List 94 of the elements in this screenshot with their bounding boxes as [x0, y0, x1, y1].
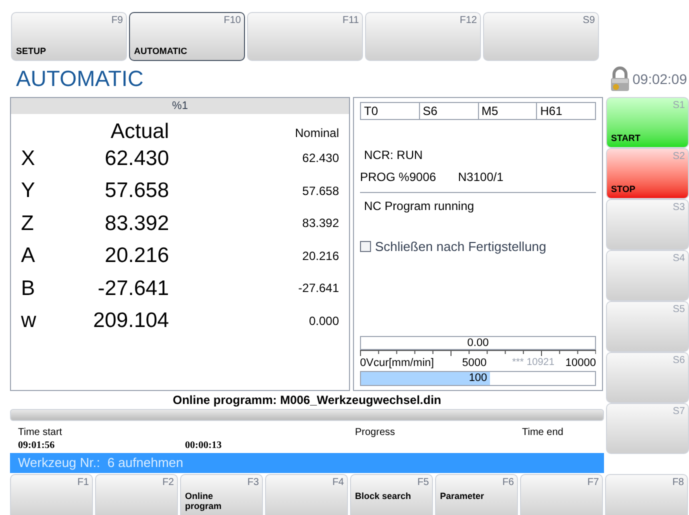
- start-time: 09:01:56: [18, 439, 56, 452]
- program-title: Online programm: M006_Werkzeugwechsel.din: [172, 393, 442, 408]
- function-key[interactable]: F1: [10, 474, 93, 515]
- code-cell: S6: [418, 103, 478, 119]
- side-key[interactable]: S3: [606, 199, 689, 250]
- axis-label: X: [21, 146, 36, 172]
- side-key[interactable]: S2 STOP: [606, 148, 689, 199]
- function-key[interactable]: F6 Parameter: [435, 474, 518, 515]
- function-key[interactable]: S9: [483, 12, 599, 61]
- override-value: 100: [468, 372, 488, 385]
- scale-label: 10000: [565, 356, 596, 370]
- scale-label: 0: [360, 356, 366, 370]
- axis-label: B: [21, 276, 36, 302]
- nominal-value: 0.000: [308, 312, 339, 330]
- key-label: F3: [247, 476, 259, 490]
- axis-label: Y: [21, 178, 36, 204]
- key-caption: SETUP: [16, 44, 46, 58]
- nominal-value: 62.430: [301, 150, 339, 168]
- side-key[interactable]: S6: [606, 352, 689, 403]
- key-label: F2: [162, 476, 174, 490]
- function-key[interactable]: F3 Online program: [180, 474, 263, 515]
- key-label: F10: [224, 14, 241, 28]
- nominal-value: 20.216: [301, 248, 339, 265]
- key-label: S2: [672, 150, 685, 164]
- panel-header: %1: [11, 98, 349, 114]
- checkbox-label: Schließen nach Fertigstellung: [375, 238, 546, 256]
- key-label: S7: [672, 405, 685, 419]
- actual-value: -27.641: [96, 276, 169, 302]
- elapsed-time: 00:00:13: [185, 439, 222, 452]
- unit-label: Vcur[mm/min]: [366, 356, 435, 370]
- side-key[interactable]: S1 START: [606, 97, 689, 148]
- screen-title: AUTOMATIC: [16, 68, 144, 90]
- key-label: S3: [672, 201, 685, 215]
- scale-label: 5000: [462, 356, 488, 370]
- key-caption: Parameter: [440, 491, 486, 501]
- axis-label: w: [21, 308, 38, 334]
- message-bar: Werkzeug Nr.: 6 aufnehmen: [10, 453, 604, 473]
- key-label: F8: [672, 476, 684, 490]
- key-label: F5: [417, 476, 429, 490]
- nominal-value: -27.641: [297, 280, 339, 298]
- field-label: Time start: [18, 427, 64, 439]
- status-text: NCR: RUN: [363, 147, 424, 164]
- function-key[interactable]: F10 AUTOMATIC: [129, 12, 245, 61]
- program-number: PROG %9006: [360, 169, 438, 186]
- key-label: S1: [672, 99, 685, 113]
- actual-value: 209.104: [92, 308, 169, 334]
- nominal-value: 57.658: [301, 182, 339, 200]
- function-key[interactable]: F4: [265, 474, 348, 515]
- key-caption: AUTOMATIC: [134, 44, 188, 58]
- nominal-value: 83.392: [301, 215, 339, 232]
- actual-value: 57.658: [104, 178, 169, 204]
- key-label: S4: [672, 252, 685, 266]
- function-key[interactable]: F2: [95, 474, 178, 515]
- key-label: F4: [332, 476, 344, 490]
- key-caption: STOP: [611, 182, 636, 196]
- function-key[interactable]: F9 SETUP: [11, 12, 127, 61]
- status-message: NC Program running: [363, 198, 476, 215]
- column-heading: Nominal: [294, 125, 339, 142]
- key-label: F9: [111, 14, 123, 28]
- key-label: F6: [502, 476, 514, 490]
- block-number: N3100/1: [458, 169, 504, 186]
- function-key[interactable]: F12: [365, 12, 481, 61]
- side-key[interactable]: S4: [606, 250, 689, 301]
- key-label: S6: [672, 354, 685, 368]
- key-label: F7: [587, 476, 599, 490]
- code-cell-text: T0: [363, 103, 380, 119]
- side-key[interactable]: S7: [606, 403, 689, 454]
- feed-reading: *** 10921: [512, 356, 554, 370]
- column-heading: Actual: [110, 121, 169, 142]
- axis-label: Z: [21, 210, 35, 236]
- actual-value: 83.392: [104, 210, 169, 236]
- key-caption: Block search: [355, 491, 412, 501]
- function-key[interactable]: F7: [520, 474, 603, 515]
- key-label: F12: [460, 14, 477, 28]
- key-label: F11: [342, 14, 359, 28]
- axis-label: A: [21, 243, 36, 269]
- key-caption: Online program: [185, 491, 223, 511]
- function-key[interactable]: F5 Block search: [350, 474, 433, 515]
- clock: 09:02:09: [632, 70, 687, 88]
- function-key[interactable]: F11: [247, 12, 363, 61]
- actual-value: 20.216: [104, 243, 169, 269]
- checkbox[interactable]: [360, 241, 371, 252]
- function-key[interactable]: F8: [605, 474, 688, 515]
- code-cell: H61: [536, 103, 595, 119]
- code-cell: M5: [478, 103, 536, 119]
- actual-value: 62.430: [104, 146, 169, 172]
- key-label: F1: [77, 476, 89, 490]
- field-label: Progress: [355, 427, 396, 439]
- key-label: S9: [582, 14, 595, 28]
- key-caption: START: [611, 132, 640, 144]
- key-label: S5: [672, 303, 685, 317]
- gauge-value: 0.00: [360, 336, 596, 350]
- field-label: Time end: [522, 427, 564, 439]
- side-key[interactable]: S5: [606, 301, 689, 352]
